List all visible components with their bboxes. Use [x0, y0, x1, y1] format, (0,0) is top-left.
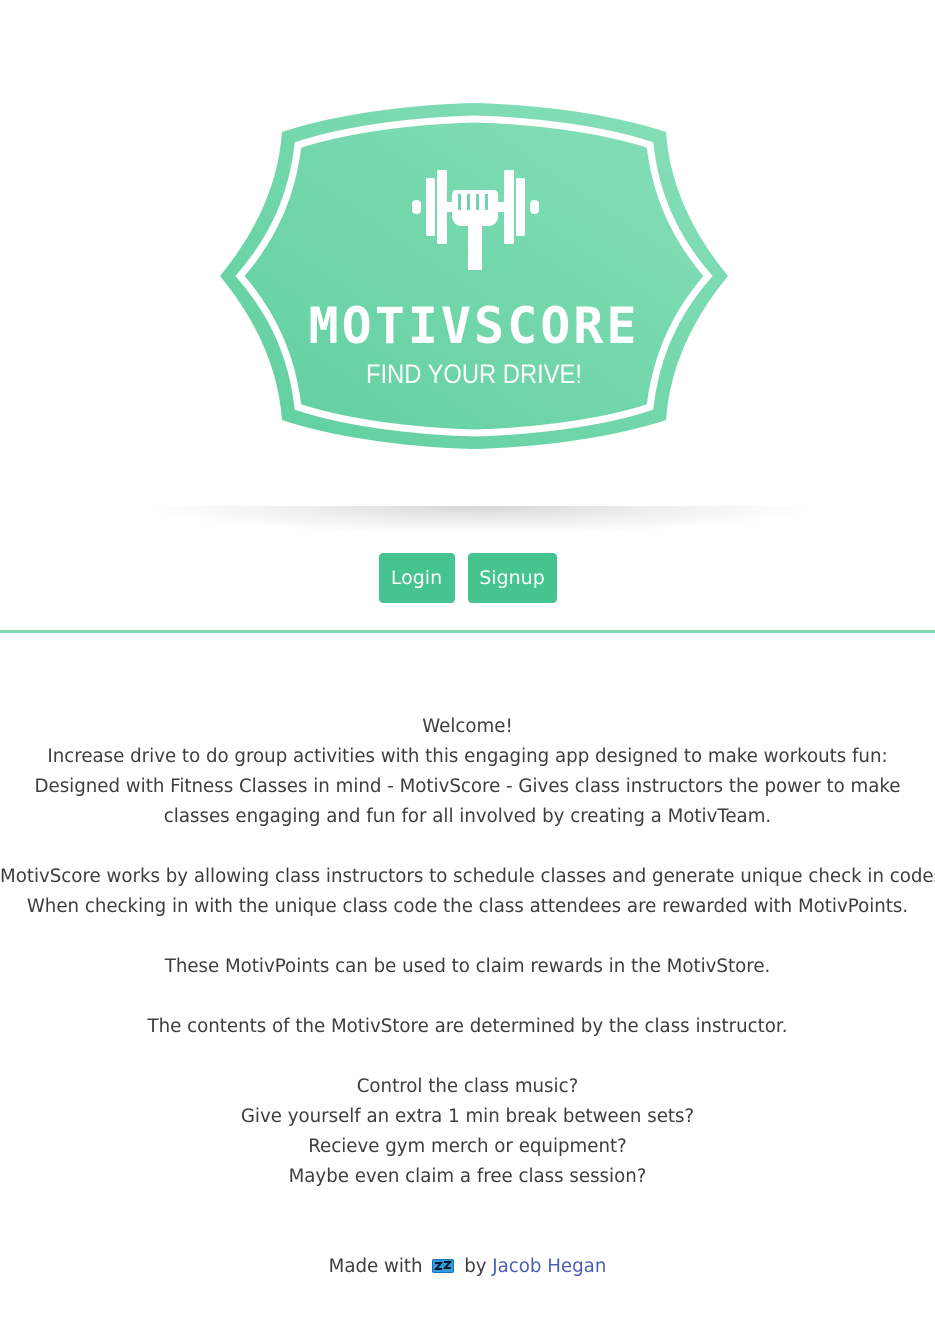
- welcome-heading: Welcome!: [422, 716, 513, 737]
- reward-question: Maybe even claim a free class session?: [288, 1166, 647, 1187]
- login-button[interactable]: Login: [378, 553, 455, 603]
- logo-brand-text: MOTIVSCORE: [308, 297, 639, 355]
- reward-question: Control the class music?: [356, 1076, 579, 1097]
- intro-line: Increase drive to do group activities wi…: [47, 746, 888, 767]
- reward-question: Recieve gym merch or equipment?: [308, 1136, 627, 1157]
- hero-section: MOTIVSCORE FIND YOUR DRIVE! Login Signup: [0, 0, 935, 633]
- footer-by: by: [464, 1256, 487, 1277]
- signup-button[interactable]: Signup: [467, 553, 557, 603]
- reward-question: Give yourself an extra 1 min break betwe…: [240, 1106, 695, 1127]
- intro-line: The contents of the MotivStore are deter…: [147, 1016, 788, 1037]
- logo-tagline-text: FIND YOUR DRIVE!: [366, 360, 582, 390]
- author-link[interactable]: Jacob Hegan: [492, 1256, 606, 1277]
- sleeping-zz-icon: [432, 1259, 455, 1273]
- intro-text: Welcome! Increase drive to do group acti…: [0, 712, 935, 1192]
- auth-buttons: Login Signup: [0, 553, 935, 603]
- intro-line: These MotivPoints can be used to claim r…: [164, 956, 771, 977]
- motivscore-logo: MOTIVSCORE FIND YOUR DRIVE!: [218, 100, 730, 452]
- footer: Made with by Jacob Hegan: [0, 1252, 935, 1282]
- logo-badge-graphic: MOTIVSCORE FIND YOUR DRIVE!: [220, 103, 728, 449]
- intro-line: Designed with Fitness Classes in mind - …: [34, 776, 901, 827]
- intro-line: MotivScore works by allowing class instr…: [0, 866, 935, 887]
- footer-prefix: Made with: [328, 1256, 423, 1277]
- section-divider: [0, 630, 935, 633]
- intro-line: When checking in with the unique class c…: [26, 896, 909, 917]
- logo-shadow: [150, 506, 810, 534]
